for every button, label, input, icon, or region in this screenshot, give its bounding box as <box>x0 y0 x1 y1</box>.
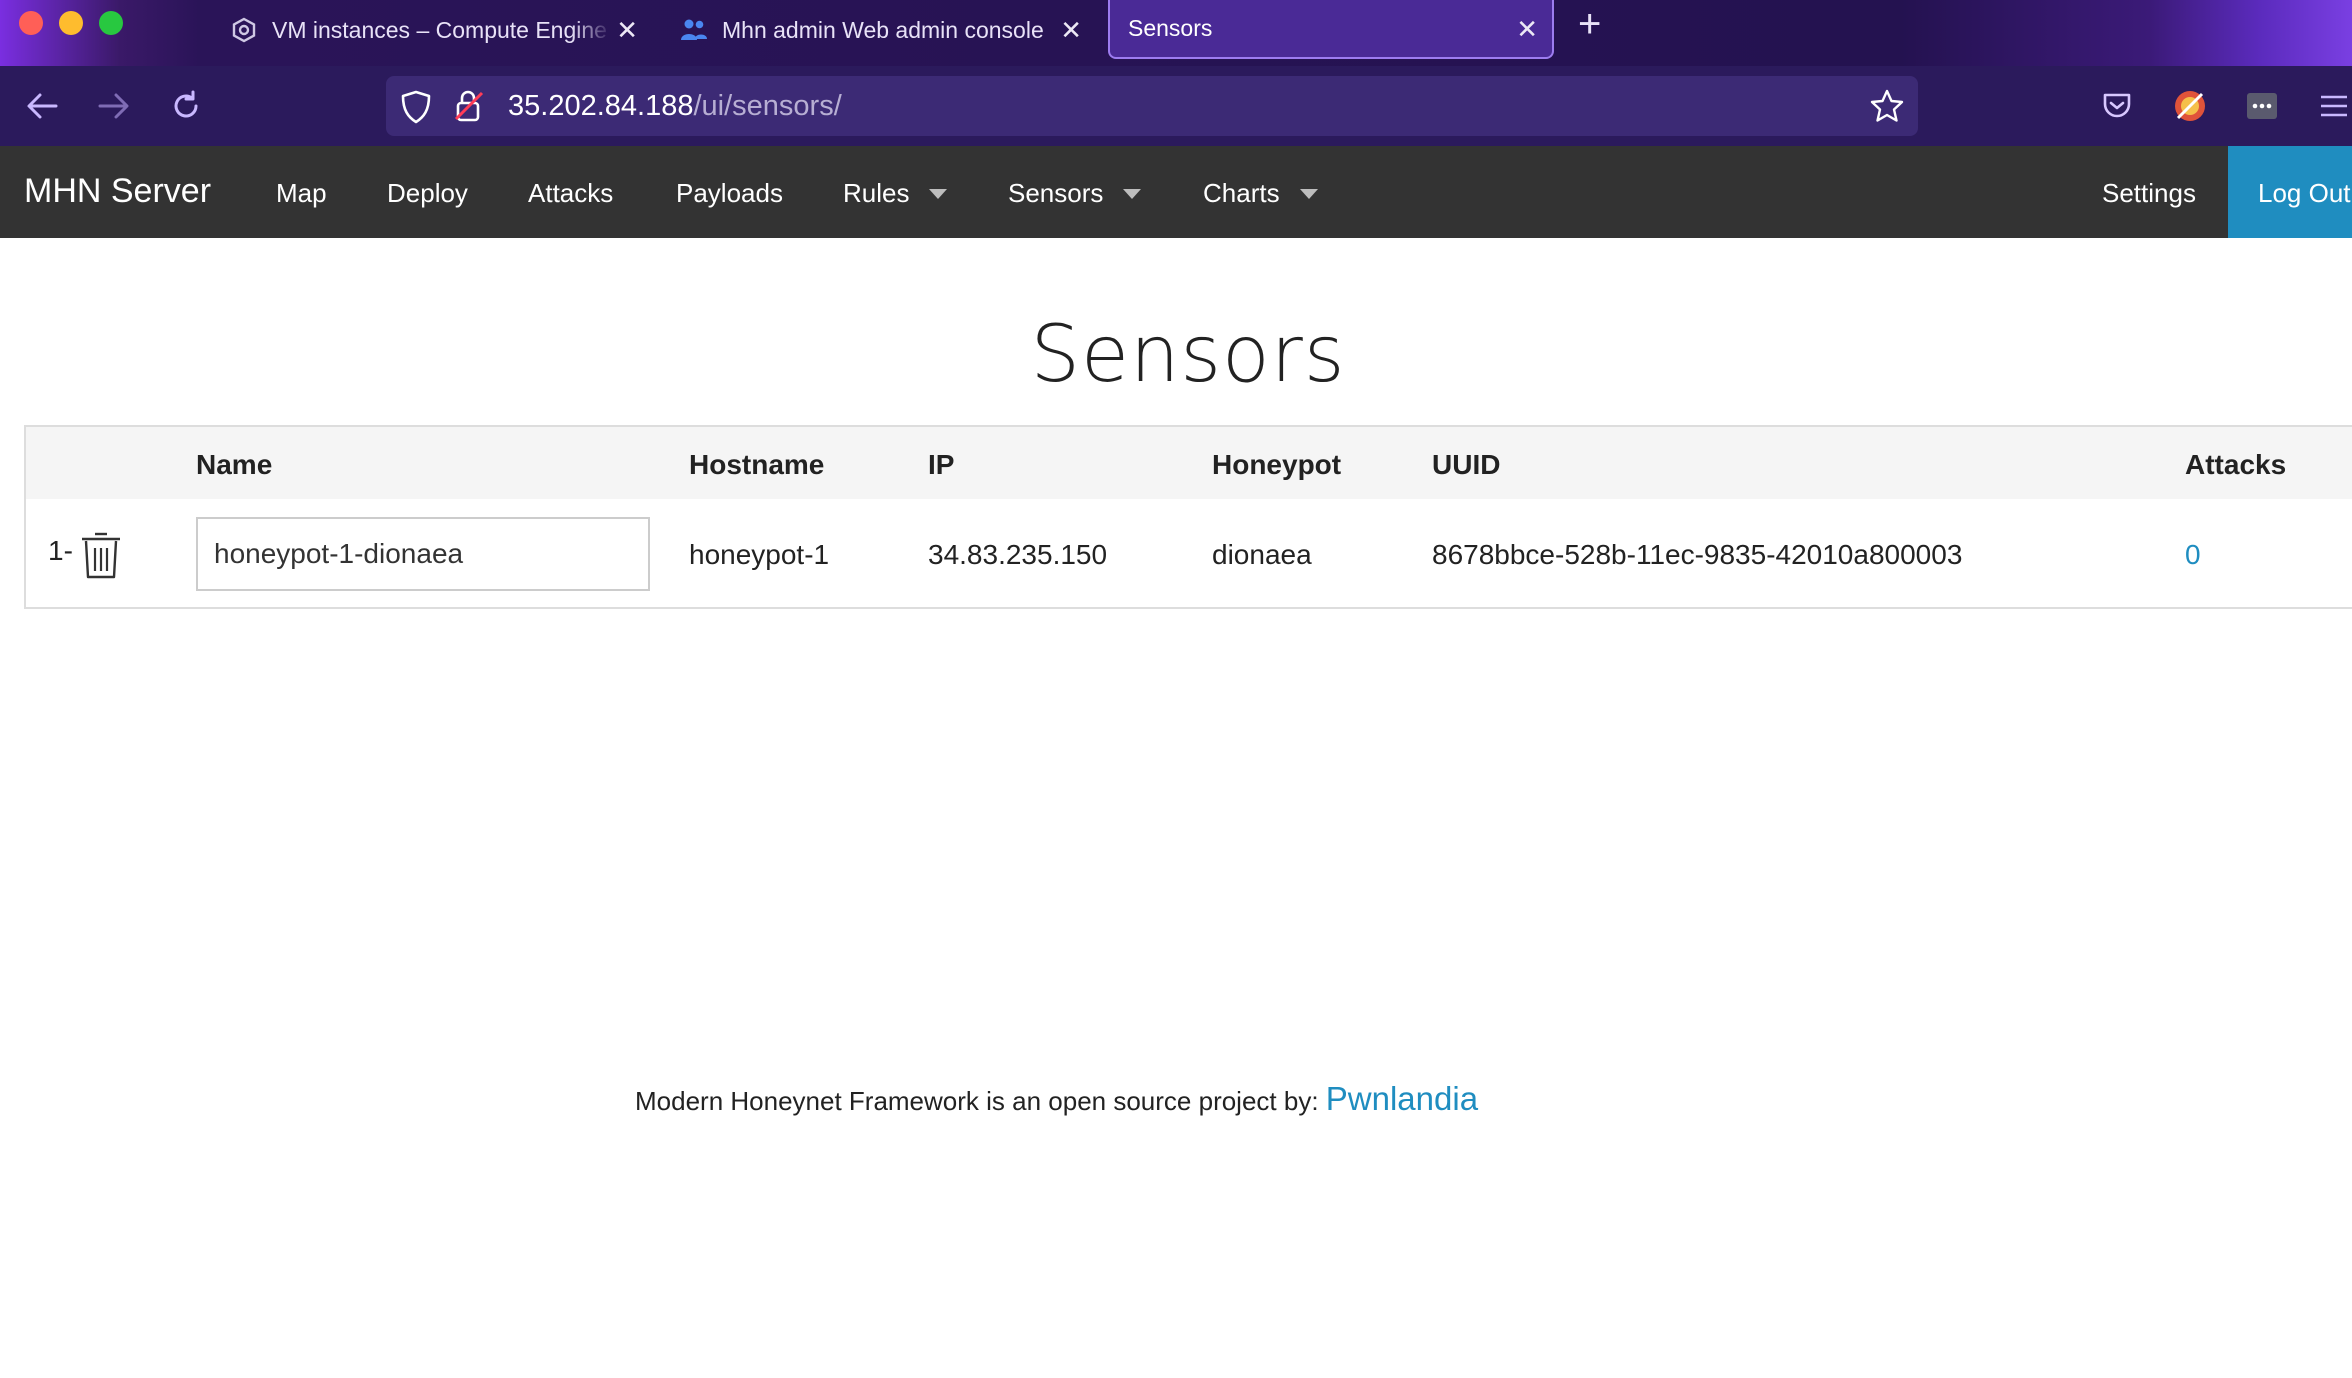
logout-button[interactable]: Log Out <box>2228 146 2352 238</box>
insecure-lock-icon[interactable] <box>454 89 484 128</box>
app-navbar: MHN Server Map Deploy Attacks Payloads R… <box>0 146 2352 238</box>
bookmark-star-icon[interactable] <box>1870 89 1904 128</box>
column-header-uuid: UUID <box>1432 449 1501 480</box>
browser-tab-mhn-admin[interactable]: Mhn admin Web admin console ✕ <box>662 0 1096 60</box>
nav-charts-label: Charts <box>1203 178 1280 208</box>
sensor-name-input[interactable] <box>196 517 650 591</box>
more-tools-icon[interactable] <box>2242 86 2282 126</box>
nav-settings-link[interactable]: Settings <box>2102 178 2196 209</box>
column-header-hostname: Hostname <box>689 449 825 480</box>
browser-tab-vm-instances[interactable]: VM instances – Compute Engine ✕ <box>212 0 652 60</box>
caret-down-icon <box>1123 188 1142 199</box>
people-icon <box>680 16 708 44</box>
window-zoom-button[interactable] <box>99 11 123 35</box>
footer: Modern Honeynet Framework is an open sou… <box>635 1080 1478 1118</box>
browser-tab-strip: VM instances – Compute Engine ✕ Mhn admi… <box>0 0 2352 66</box>
close-icon[interactable]: ✕ <box>1516 16 1538 42</box>
row-index: 1- <box>48 535 73 566</box>
forward-arrow-icon[interactable] <box>94 86 134 126</box>
sensor-hostname: honeypot-1 <box>689 539 830 570</box>
menu-icon[interactable] <box>2312 86 2352 126</box>
back-arrow-icon[interactable] <box>22 86 62 126</box>
window-minimize-button[interactable] <box>59 11 83 35</box>
new-tab-button[interactable]: + <box>1578 4 1601 44</box>
close-icon[interactable]: ✕ <box>1060 17 1082 43</box>
window-close-button[interactable] <box>19 11 43 35</box>
browser-tab-sensors[interactable]: Sensors ✕ <box>1108 0 1554 59</box>
nav-rules-dropdown[interactable]: Rules <box>843 178 948 209</box>
sensor-uuid: 8678bbce-528b-11ec-9835-42010a800003 <box>1432 539 1963 570</box>
brand-link[interactable]: MHN Server <box>24 172 211 211</box>
column-header-ip: IP <box>928 449 955 480</box>
url-text: 35.202.84.188/ui/sensors/ <box>508 90 842 123</box>
reload-icon[interactable] <box>166 86 206 126</box>
sensors-table: Name Hostname IP Honeypot UUID Attacks 1… <box>24 425 2352 609</box>
nav-rules-label: Rules <box>843 178 910 208</box>
sensor-ip: 34.83.235.150 <box>928 539 1108 570</box>
table-header: Name Hostname IP Honeypot UUID Attacks <box>26 427 2352 499</box>
browser-toolbar: 35.202.84.188/ui/sensors/ <box>0 66 2352 146</box>
sensor-attacks-link[interactable]: 0 <box>2185 539 2201 570</box>
footer-pwnlandia-link[interactable]: Pwnlandia <box>1326 1080 1478 1117</box>
url-host: 35.202.84.188 <box>508 90 694 122</box>
nav-deploy-link[interactable]: Deploy <box>387 178 468 209</box>
extension-icon[interactable] <box>2170 86 2210 126</box>
tab-title: Mhn admin Web admin console <box>722 16 1044 43</box>
sensor-honeypot: dionaea <box>1212 539 1312 570</box>
nav-map-link[interactable]: Map <box>276 178 327 209</box>
nav-payloads-link[interactable]: Payloads <box>676 178 783 209</box>
page-title: Sensors <box>1030 310 1346 400</box>
trash-icon[interactable] <box>79 530 123 580</box>
url-path: /ui/sensors/ <box>693 90 842 122</box>
nav-sensors-dropdown[interactable]: Sensors <box>1008 178 1142 209</box>
tab-title: Sensors <box>1128 15 1213 41</box>
column-header-name: Name <box>196 449 273 480</box>
shield-icon[interactable] <box>400 90 432 129</box>
caret-down-icon <box>1299 188 1318 199</box>
column-header-attacks: Attacks <box>2185 449 2287 480</box>
nav-charts-dropdown[interactable]: Charts <box>1203 178 1318 209</box>
nav-sensors-label: Sensors <box>1008 178 1104 208</box>
footer-text: Modern Honeynet Framework is an open sou… <box>635 1086 1326 1116</box>
column-header-honeypot: Honeypot <box>1212 449 1342 480</box>
nav-attacks-link[interactable]: Attacks <box>528 178 613 209</box>
pocket-icon[interactable] <box>2097 86 2137 126</box>
address-bar[interactable]: 35.202.84.188/ui/sensors/ <box>386 76 1918 136</box>
compute-engine-icon <box>230 16 258 44</box>
close-icon[interactable]: ✕ <box>616 17 638 43</box>
tab-title: VM instances – Compute Engine <box>272 16 607 43</box>
caret-down-icon <box>929 188 948 199</box>
